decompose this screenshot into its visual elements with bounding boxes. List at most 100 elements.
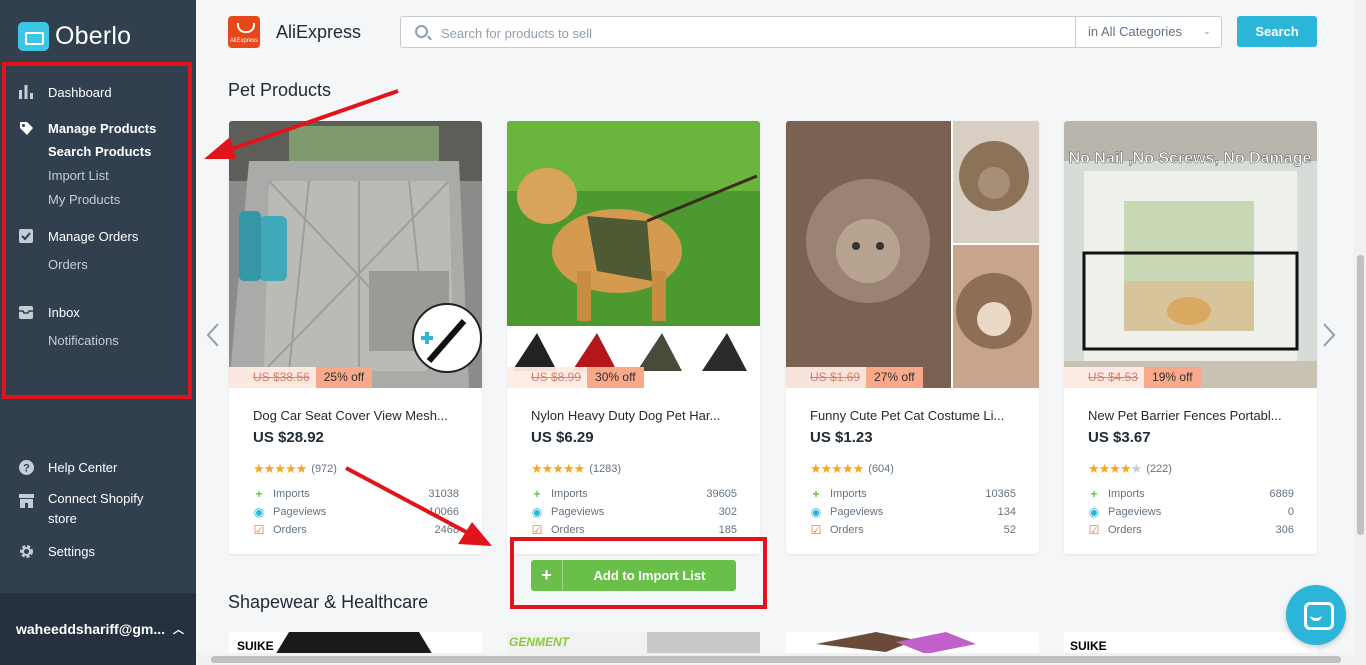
product-title[interactable]: New Pet Barrier Fences Portabl... bbox=[1088, 408, 1298, 423]
stat-label: Imports bbox=[830, 488, 867, 500]
scrollbar-thumb[interactable] bbox=[211, 656, 1341, 663]
plus-icon: + bbox=[533, 487, 541, 501]
stat-label: Pageviews bbox=[1108, 506, 1162, 518]
chat-support-button[interactable] bbox=[1286, 585, 1346, 645]
stat-label: Imports bbox=[273, 488, 310, 500]
order-check-icon: ☑ bbox=[810, 523, 822, 537]
product-image-cat-lion-costume[interactable] bbox=[786, 121, 1039, 388]
price-discount-strip: US $4.53 19% off bbox=[1064, 367, 1201, 388]
chevron-up-icon: ︿ bbox=[173, 624, 185, 636]
chevron-updown-icon: ⌄ bbox=[1202, 26, 1211, 37]
carousel-next-button[interactable] bbox=[1322, 322, 1336, 355]
sidebar-item-connect-shopify[interactable]: Connect Shopify store bbox=[0, 491, 196, 531]
stat-label: Orders bbox=[273, 524, 307, 536]
source-name: AliExpress bbox=[276, 22, 362, 42]
search-input[interactable] bbox=[441, 23, 1061, 43]
stat-value: 10365 bbox=[985, 488, 1016, 500]
product-image-car-seat-cover[interactable] bbox=[229, 121, 482, 388]
stat-orders: ☑ Orders 52 bbox=[810, 522, 1016, 538]
stat-label: Imports bbox=[551, 488, 588, 500]
price-discount-strip: US $38.56 25% off bbox=[229, 367, 373, 388]
product-image-dog-harness[interactable] bbox=[507, 121, 760, 388]
stat-pageviews: ◉ Pageviews 302 bbox=[531, 504, 737, 520]
sidebar-item-label: Connect Shopify store bbox=[48, 491, 144, 526]
sidebar-item-settings[interactable]: Settings bbox=[0, 539, 196, 563]
old-price: US $4.53 bbox=[1064, 367, 1145, 388]
aliexpress-logo: AliExpress bbox=[228, 16, 260, 48]
search-box: in All Categories ⌄ bbox=[400, 16, 1222, 48]
stat-value: 134 bbox=[997, 506, 1016, 518]
product-price: US $3.67 bbox=[1088, 429, 1151, 446]
star-rating-icon: ★★★★★ bbox=[1088, 461, 1142, 476]
stat-imports: + Imports 31038 bbox=[253, 486, 459, 502]
annotation-box-add-button bbox=[510, 537, 767, 609]
old-price: US $8.99 bbox=[507, 367, 588, 388]
plus-icon: + bbox=[1090, 487, 1098, 501]
sidebar-item-label: Help Center bbox=[48, 459, 118, 475]
review-count: (1283) bbox=[589, 463, 622, 475]
stat-pageviews: ◉ Pageviews 134 bbox=[810, 504, 1016, 520]
product-card[interactable]: US $38.56 25% off Dog Car Seat Cover Vie… bbox=[229, 121, 482, 554]
help-icon: ? bbox=[18, 459, 34, 475]
stat-value: 2468 bbox=[434, 524, 459, 536]
sidebar-bottom-nav: ? Help Center Connect Shopify store Sett… bbox=[0, 455, 196, 563]
eye-icon: ◉ bbox=[531, 505, 543, 519]
product-card[interactable]: US $8.99 30% off Nylon Heavy Duty Dog Pe… bbox=[507, 121, 760, 554]
price-discount-strip: US $1.69 27% off bbox=[786, 367, 923, 388]
product-title[interactable]: Dog Car Seat Cover View Mesh... bbox=[253, 408, 463, 423]
top-search-bar: AliExpress AliExpress in All Categories … bbox=[228, 14, 1318, 50]
star-rating-icon: ★★★★★ bbox=[810, 461, 864, 476]
star-rating-icon: ★★★★★ bbox=[253, 461, 307, 476]
sidebar-item-help-center[interactable]: ? Help Center bbox=[0, 455, 196, 479]
svg-text:?: ? bbox=[23, 462, 30, 474]
order-check-icon: ☑ bbox=[253, 523, 265, 537]
thumb-brand-text: SUIKE bbox=[1070, 639, 1107, 653]
plus-icon: + bbox=[812, 487, 820, 501]
oberlo-logo[interactable]: Oberlo bbox=[18, 22, 131, 51]
stat-label: Pageviews bbox=[273, 506, 327, 518]
stat-value: 6869 bbox=[1269, 488, 1294, 500]
user-account-menu[interactable]: waheeddshariff@gm... ︿ bbox=[0, 593, 196, 665]
old-price: US $38.56 bbox=[229, 367, 316, 388]
product-price: US $6.29 bbox=[531, 429, 594, 446]
stat-value: 39605 bbox=[706, 488, 737, 500]
stat-pageviews: ◉ Pageviews 0 bbox=[1088, 504, 1294, 520]
product-card[interactable]: No Nail ,No Screws, No Damage US $4.53 1… bbox=[1064, 121, 1317, 554]
thumb-brand-text: SUIKE bbox=[237, 639, 274, 653]
product-card[interactable]: US $1.69 27% off Funny Cute Pet Cat Cost… bbox=[786, 121, 1039, 554]
product-title[interactable]: Nylon Heavy Duty Dog Pet Har... bbox=[531, 408, 741, 423]
plus-icon: + bbox=[255, 487, 263, 501]
stat-imports: + Imports 6869 bbox=[1088, 486, 1294, 502]
review-count: (972) bbox=[311, 463, 337, 475]
product-image-pet-barrier-fence[interactable]: No Nail ,No Screws, No Damage bbox=[1064, 121, 1317, 388]
search-icon bbox=[415, 25, 428, 38]
order-check-icon: ☑ bbox=[1088, 523, 1100, 537]
product-title[interactable]: Funny Cute Pet Cat Costume Li... bbox=[810, 408, 1020, 423]
product-rating: ★★★★★ (222) bbox=[1088, 461, 1172, 477]
vertical-scrollbar[interactable] bbox=[1354, 0, 1366, 665]
star-rating-icon: ★★★★★ bbox=[531, 461, 585, 476]
product-rating: ★★★★★ (972) bbox=[253, 461, 337, 477]
discount-badge: 25% off bbox=[315, 367, 373, 388]
search-button[interactable]: Search bbox=[1237, 16, 1317, 47]
scrollbar-thumb[interactable] bbox=[1357, 255, 1364, 535]
old-price: US $1.69 bbox=[786, 367, 867, 388]
price-discount-strip: US $8.99 30% off bbox=[507, 367, 644, 388]
logo-text: Oberlo bbox=[55, 22, 132, 50]
horizontal-scrollbar[interactable] bbox=[196, 653, 1354, 665]
product-price: US $1.23 bbox=[810, 429, 873, 446]
order-check-icon: ☑ bbox=[531, 523, 543, 537]
store-icon bbox=[18, 493, 34, 509]
stat-value: 0 bbox=[1287, 506, 1294, 518]
stat-value: 52 bbox=[1003, 524, 1016, 536]
category-select[interactable]: in All Categories ⌄ bbox=[1075, 17, 1221, 47]
section-title-pet-products: Pet Products bbox=[228, 80, 332, 100]
stat-label: Orders bbox=[1108, 524, 1142, 536]
stat-value: 302 bbox=[718, 506, 737, 518]
sidebar-item-label: Settings bbox=[48, 543, 95, 559]
carousel-prev-button[interactable] bbox=[206, 322, 220, 355]
discount-badge: 30% off bbox=[587, 367, 644, 388]
review-count: (222) bbox=[1146, 463, 1172, 475]
stat-imports: + Imports 39605 bbox=[531, 486, 737, 502]
stat-pageviews: ◉ Pageviews 10066 bbox=[253, 504, 459, 520]
